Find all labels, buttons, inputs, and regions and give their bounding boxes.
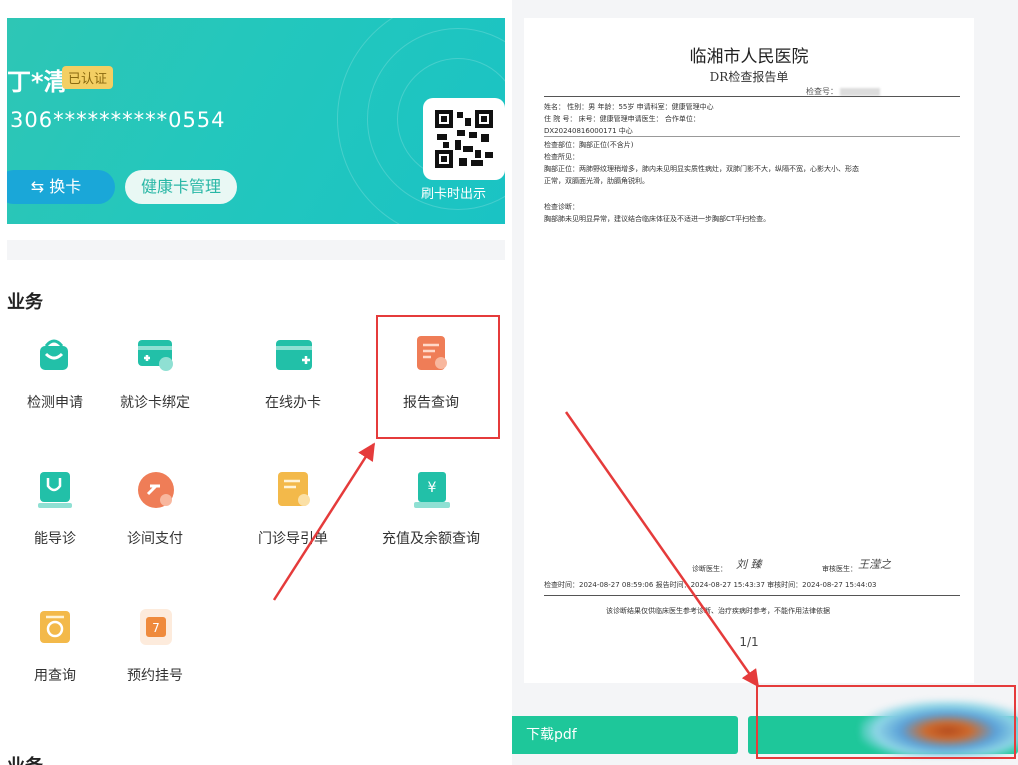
qr-code-icon — [435, 110, 493, 168]
verified-badge: 已认证 — [62, 66, 114, 89]
guide-sheet-icon — [278, 472, 310, 506]
reviewer-signature: 王滢之 — [858, 558, 891, 571]
findings-label: 检查所见： — [544, 153, 579, 161]
exam-part: 检查部位：胸部正位(不含片) — [544, 141, 634, 149]
manage-card-button[interactable]: 健康卡管理 — [125, 170, 237, 204]
health-card-home: 丁*清 已认证 306**********0554 ⇆ 换卡 健康卡管理 刷卡时… — [0, 0, 512, 765]
report-times: 检查时间：2024-08-27 08:59:06 报告时间：2024-08-27… — [544, 581, 877, 589]
service-label: 充值及余额查询 — [382, 531, 480, 547]
service-label: 门诊导引单 — [258, 531, 328, 547]
qr-code-button[interactable] — [423, 98, 505, 180]
add-card-icon — [276, 340, 312, 370]
page-indicator: 1/1 — [739, 635, 759, 649]
reviewer-label: 审核医生： — [822, 565, 857, 573]
download-pdf-button[interactable]: 下载pdf — [512, 716, 738, 754]
service-label: 用查询 — [34, 668, 76, 684]
exam-number-label: 检查号： — [806, 87, 838, 96]
patient-row-2: 住 院 号： 床号：健康管理申请医生： 合作单位： — [544, 115, 700, 123]
payment-icon — [138, 472, 174, 508]
redacted-value — [840, 87, 880, 96]
service-item-guide-sheet[interactable]: 门诊导引单 — [238, 470, 348, 550]
switch-card-label: 换卡 — [49, 177, 82, 196]
service-item-appointment[interactable]: 7 预约挂号 — [100, 607, 210, 687]
info-rule — [544, 136, 960, 137]
diagnosis-label: 检查诊断： — [544, 203, 579, 211]
report-title: DR检查报告单 — [709, 70, 789, 84]
report-document: 临湘市人民医院 DR检查报告单 检查号： 姓名： 性别：男 年龄：55岁 申请科… — [524, 18, 974, 683]
service-item-online-card[interactable]: 在线办卡 — [238, 334, 348, 414]
highlight-box-download — [756, 685, 1016, 759]
findings-text-1: 胸部正位：两肺野纹理稍增多，肺内未见明显实质性病灶，双肺门影不大，纵隔不宽，心影… — [544, 165, 859, 173]
service-label: 预约挂号 — [127, 668, 183, 684]
service-label: 能导诊 — [34, 531, 76, 547]
service-item-clinic-payment[interactable]: 诊间支付 — [100, 470, 210, 550]
stethoscope-icon — [38, 472, 72, 508]
bag-icon — [40, 339, 68, 370]
health-card: 丁*清 已认证 306**********0554 ⇆ 换卡 健康卡管理 刷卡时… — [7, 18, 505, 224]
service-label: 检测申请 — [27, 395, 83, 411]
service-item-card-bind[interactable]: 就诊卡绑定 — [100, 334, 210, 414]
hospital-name: 临湘市人民医院 — [689, 47, 809, 67]
report-viewer: 临湘市人民医院 DR检查报告单 检查号： 姓名： 性别：男 年龄：55岁 申请科… — [512, 0, 1018, 765]
report-disclaimer: 该诊断结果仅供临床医生参考诊断、治疗疾病时参考，不能作用法律依据 — [606, 607, 830, 615]
switch-icon: ⇆ — [30, 177, 50, 196]
section-title-services: 业务 — [7, 292, 43, 313]
card-link-icon — [138, 340, 173, 371]
card-number: 306**********0554 — [10, 108, 226, 132]
section-title-services-2: 业务 — [7, 752, 43, 765]
qr-hint-label: 刷卡时出示 — [421, 187, 487, 202]
svg-text:¥: ¥ — [428, 480, 437, 496]
service-label: 在线办卡 — [265, 395, 321, 411]
header-rule — [544, 96, 960, 97]
switch-card-button[interactable]: ⇆ 换卡 — [7, 170, 115, 204]
service-item-recharge[interactable]: ¥ 充值及余额查询 — [376, 470, 486, 550]
svg-text:7: 7 — [152, 621, 160, 635]
patient-row-1: 姓名： 性别：男 年龄：55岁 申请科室：健康管理中心 — [544, 103, 714, 111]
signer-signature: 刘 臻 — [736, 558, 762, 571]
highlight-box-report-query — [376, 315, 500, 439]
recharge-icon: ¥ — [414, 472, 450, 508]
fee-query-icon — [40, 611, 70, 643]
findings-text-2: 正常，双膈面光滑，肋膈角锐利。 — [544, 177, 649, 185]
signer-label: 诊断医生： — [692, 565, 727, 573]
section-divider — [7, 240, 505, 260]
card-holder-name: 丁*清 — [7, 68, 68, 96]
diagnosis-text: 胸部肺未见明显异常，建议结合临床体征及不适进一步胸部CT平扫检查。 — [544, 215, 771, 223]
service-label: 诊间支付 — [127, 531, 183, 547]
patient-row-3: DX20240816000171 中心 — [544, 127, 633, 135]
service-label: 就诊卡绑定 — [120, 395, 190, 411]
appointment-icon: 7 — [140, 609, 172, 645]
footer-rule — [544, 595, 960, 596]
